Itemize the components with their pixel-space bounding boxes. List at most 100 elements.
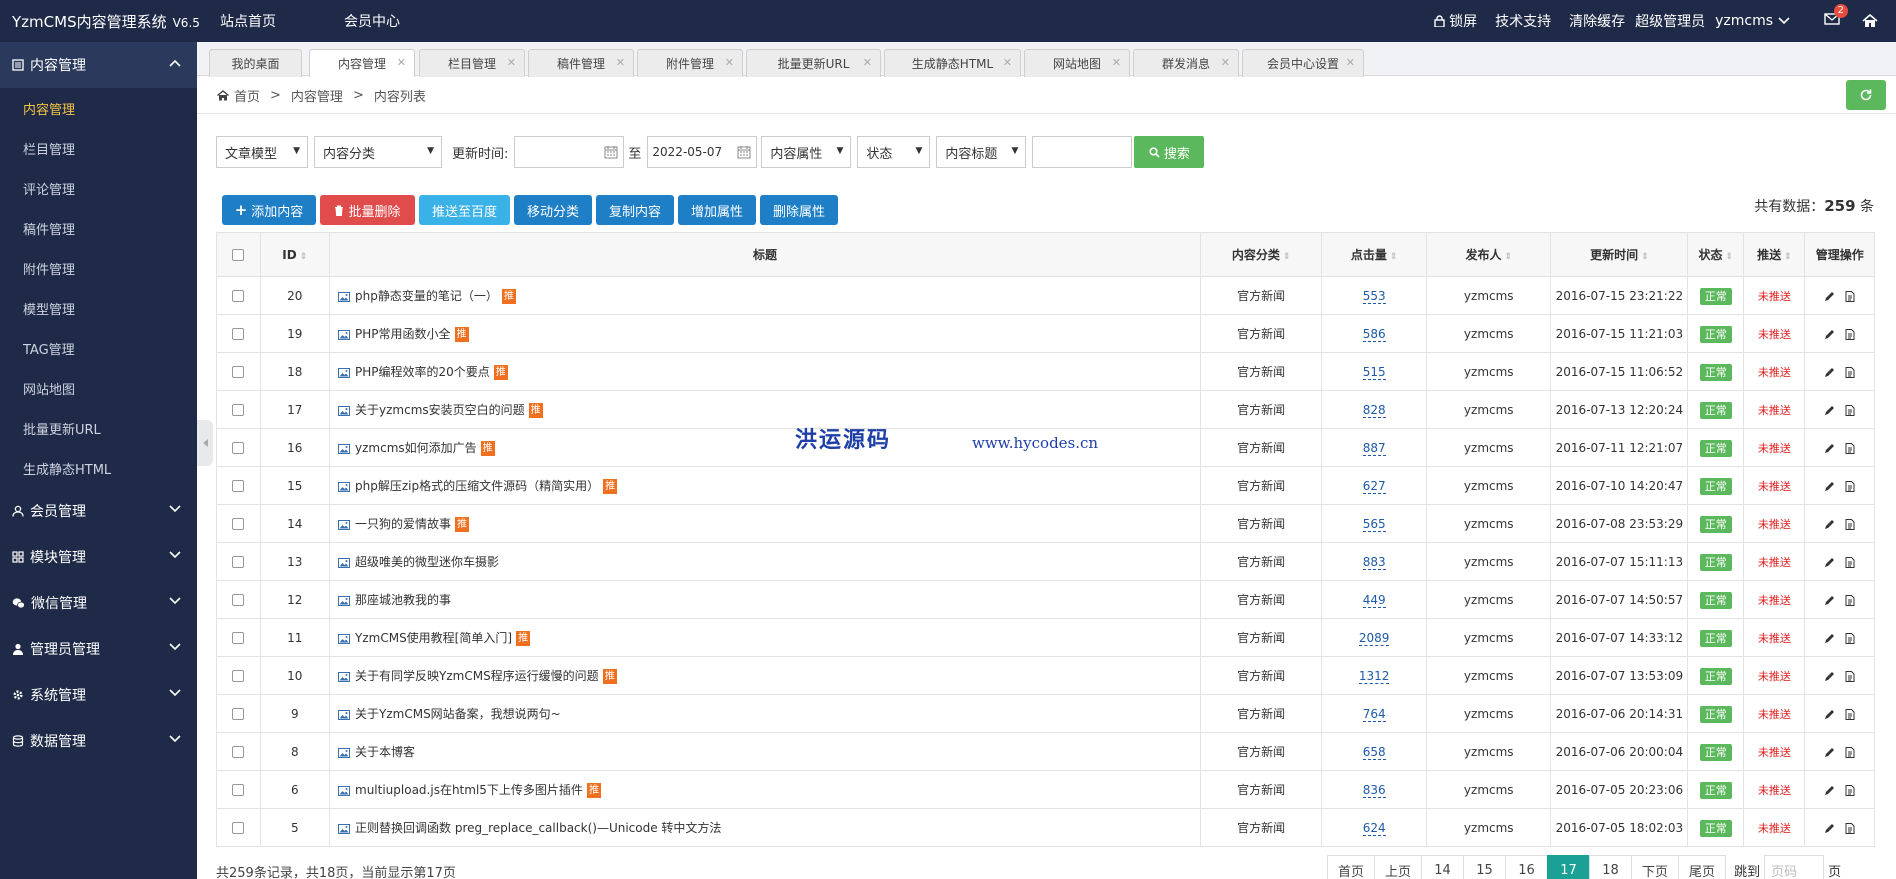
preview-icon[interactable] (1845, 594, 1855, 606)
edit-icon[interactable] (1824, 671, 1835, 682)
preview-icon[interactable] (1845, 442, 1855, 454)
page-number-input[interactable]: 页码 (1764, 855, 1825, 879)
preview-icon[interactable] (1845, 822, 1855, 834)
col-category[interactable]: 内容分类 ⇕ (1199, 232, 1323, 277)
delete-attribute-button[interactable]: 删除属性 (760, 195, 838, 225)
mail-button[interactable]: 2 (1824, 4, 1848, 29)
select-all-checkbox[interactable] (232, 249, 245, 261)
row-hits[interactable]: 764 (1362, 706, 1386, 722)
attribute-select[interactable]: 内容属性 ▼ (761, 136, 852, 168)
row-title[interactable]: php解压zip格式的压缩文件源码（精简实用） (355, 479, 599, 493)
sidebar-item-sitemap[interactable]: 网站地图 (0, 368, 197, 408)
close-icon[interactable]: ✕ (1221, 56, 1230, 69)
row-hits[interactable]: 449 (1362, 592, 1386, 608)
sidebar-item-attachment[interactable]: 附件管理 (0, 248, 197, 288)
row-hits[interactable]: 627 (1362, 478, 1386, 494)
sidebar-group-module[interactable]: 模块管理 (0, 534, 197, 580)
page-link[interactable]: 16 (1505, 855, 1549, 879)
row-hits[interactable]: 883 (1362, 554, 1386, 570)
edit-icon[interactable] (1824, 823, 1835, 834)
row-checkbox[interactable] (232, 442, 245, 454)
model-select[interactable]: 文章模型 ▼ (216, 136, 308, 168)
sidebar-group-system[interactable]: 系统管理 (0, 672, 197, 718)
tab-desktop[interactable]: 我的桌面 (209, 49, 302, 77)
tab-category[interactable]: 栏目管理 ✕ (419, 49, 525, 77)
edit-icon[interactable] (1824, 709, 1835, 720)
row-hits[interactable]: 515 (1362, 364, 1386, 380)
close-icon[interactable]: ✕ (397, 56, 406, 69)
row-checkbox[interactable] (232, 366, 245, 378)
sidebar-group-admin[interactable]: 管理员管理 (0, 626, 197, 672)
row-title[interactable]: 那座城池教我的事 (355, 593, 451, 607)
row-checkbox[interactable] (232, 594, 245, 606)
page-link[interactable]: 14 (1421, 855, 1465, 879)
row-checkbox[interactable] (232, 480, 245, 492)
copy-content-button[interactable]: 复制内容 (596, 195, 674, 225)
close-icon[interactable]: ✕ (507, 56, 516, 69)
edit-icon[interactable] (1824, 481, 1835, 492)
preview-icon[interactable] (1845, 404, 1855, 416)
page-link[interactable]: 尾页 (1678, 855, 1727, 879)
page-link[interactable]: 上页 (1374, 855, 1423, 879)
lock-screen-button[interactable]: 锁屏 (1434, 11, 1477, 31)
sidebar-item-comment[interactable]: 评论管理 (0, 168, 197, 208)
user-menu[interactable]: yzmcms (1715, 13, 1794, 29)
tab-member-settings[interactable]: 会员中心设置 ✕ (1242, 49, 1364, 77)
row-checkbox[interactable] (232, 404, 245, 416)
tab-batch-url[interactable]: 批量更新URL ✕ (746, 49, 881, 77)
date-end-input[interactable]: 2022-05-07 (647, 136, 758, 168)
close-icon[interactable]: ✕ (616, 56, 625, 69)
close-icon[interactable]: ✕ (1003, 56, 1012, 69)
tab-broadcast[interactable]: 群发消息 ✕ (1133, 49, 1239, 77)
close-icon[interactable]: ✕ (725, 56, 734, 69)
sidebar-item-manuscript[interactable]: 稿件管理 (0, 208, 197, 248)
breadcrumb-section[interactable]: 内容管理 (291, 86, 343, 105)
row-checkbox[interactable] (232, 822, 245, 834)
row-hits[interactable]: 624 (1362, 820, 1386, 836)
preview-icon[interactable] (1845, 480, 1855, 492)
preview-icon[interactable] (1845, 556, 1855, 568)
edit-icon[interactable] (1824, 557, 1835, 568)
edit-icon[interactable] (1824, 367, 1835, 378)
row-hits[interactable]: 586 (1362, 326, 1386, 342)
sidebar-group-member[interactable]: 会员管理 (0, 488, 197, 534)
col-push[interactable]: 推送 ⇕ (1743, 232, 1806, 277)
col-time[interactable]: 更新时间 ⇕ (1550, 232, 1689, 277)
sidebar-group-content[interactable]: 内容管理 (0, 42, 197, 88)
preview-icon[interactable] (1845, 328, 1855, 340)
clear-cache-button[interactable]: 清除缓存 (1569, 11, 1625, 31)
row-title[interactable]: multiupload.js在html5下上传多图片插件 (355, 783, 583, 797)
edit-icon[interactable] (1824, 747, 1835, 758)
preview-icon[interactable] (1845, 670, 1855, 682)
row-checkbox[interactable] (232, 290, 245, 302)
sidebar-item-batch-url[interactable]: 批量更新URL (0, 408, 197, 448)
edit-icon[interactable] (1824, 329, 1835, 340)
push-baidu-button[interactable]: 推送至百度 (419, 195, 510, 225)
preview-icon[interactable] (1845, 708, 1855, 720)
close-icon[interactable]: ✕ (1112, 56, 1121, 69)
date-start-input[interactable] (514, 136, 625, 168)
row-hits[interactable]: 553 (1362, 288, 1386, 304)
add-attribute-button[interactable]: 增加属性 (678, 195, 756, 225)
row-hits[interactable]: 1312 (1358, 668, 1390, 684)
tab-static-html[interactable]: 生成静态HTML ✕ (884, 49, 1021, 77)
edit-icon[interactable] (1824, 785, 1835, 796)
row-hits[interactable]: 2089 (1358, 630, 1390, 646)
row-title[interactable]: PHP常用函数小全 (355, 327, 451, 341)
close-icon[interactable]: ✕ (863, 56, 872, 69)
page-link[interactable]: 下页 (1631, 855, 1680, 879)
move-category-button[interactable]: 移动分类 (514, 195, 592, 225)
sidebar-item-static-html[interactable]: 生成静态HTML (0, 448, 197, 488)
row-checkbox[interactable] (232, 632, 245, 644)
row-checkbox[interactable] (232, 670, 245, 682)
row-title[interactable]: yzmcms如何添加广告 (355, 441, 477, 455)
col-id[interactable]: ID ⇕ (259, 232, 331, 277)
row-hits[interactable]: 828 (1362, 402, 1386, 418)
home-button[interactable] (1862, 14, 1882, 28)
row-hits[interactable]: 565 (1362, 516, 1386, 532)
edit-icon[interactable] (1824, 405, 1835, 416)
sidebar-item-content[interactable]: 内容管理 (0, 88, 197, 128)
search-button[interactable]: 搜索 (1134, 136, 1205, 168)
page-link[interactable]: 18 (1589, 855, 1633, 879)
tab-content[interactable]: 内容管理 ✕ (309, 49, 415, 77)
